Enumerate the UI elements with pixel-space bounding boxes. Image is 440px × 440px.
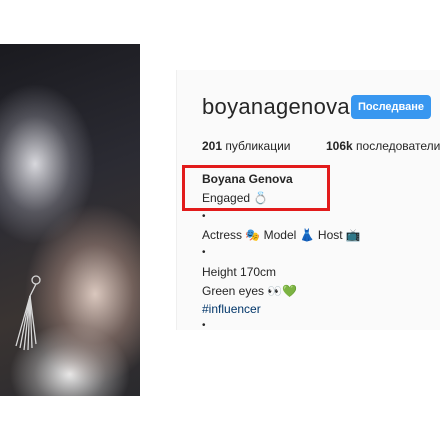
bio-line: Height 170cm <box>202 265 277 279</box>
posts-label: публикации <box>225 139 291 153</box>
bio-line: Green eyes 👀💚 <box>202 284 298 298</box>
followers-stat[interactable]: 106k последователи <box>326 139 440 153</box>
follow-button[interactable]: Последване <box>351 95 431 119</box>
bio-bullet: • <box>202 247 206 258</box>
posts-count: 201 <box>202 139 223 153</box>
followers-label: последователи <box>356 139 440 153</box>
profile-username: boyanagenova <box>202 94 350 119</box>
bio-bullet: • <box>202 211 206 222</box>
bio-bullet: • <box>202 320 206 331</box>
bio-hashtag-link[interactable]: #influencer <box>202 302 261 316</box>
bio-line: Actress 🎭 Model 👗 Host 📺 <box>202 228 361 242</box>
highlight-box <box>182 165 330 211</box>
profile-photo <box>0 44 140 396</box>
followers-count: 106k <box>326 139 353 153</box>
earring-graphic <box>15 275 41 351</box>
posts-stat[interactable]: 201 публикации <box>202 139 291 153</box>
